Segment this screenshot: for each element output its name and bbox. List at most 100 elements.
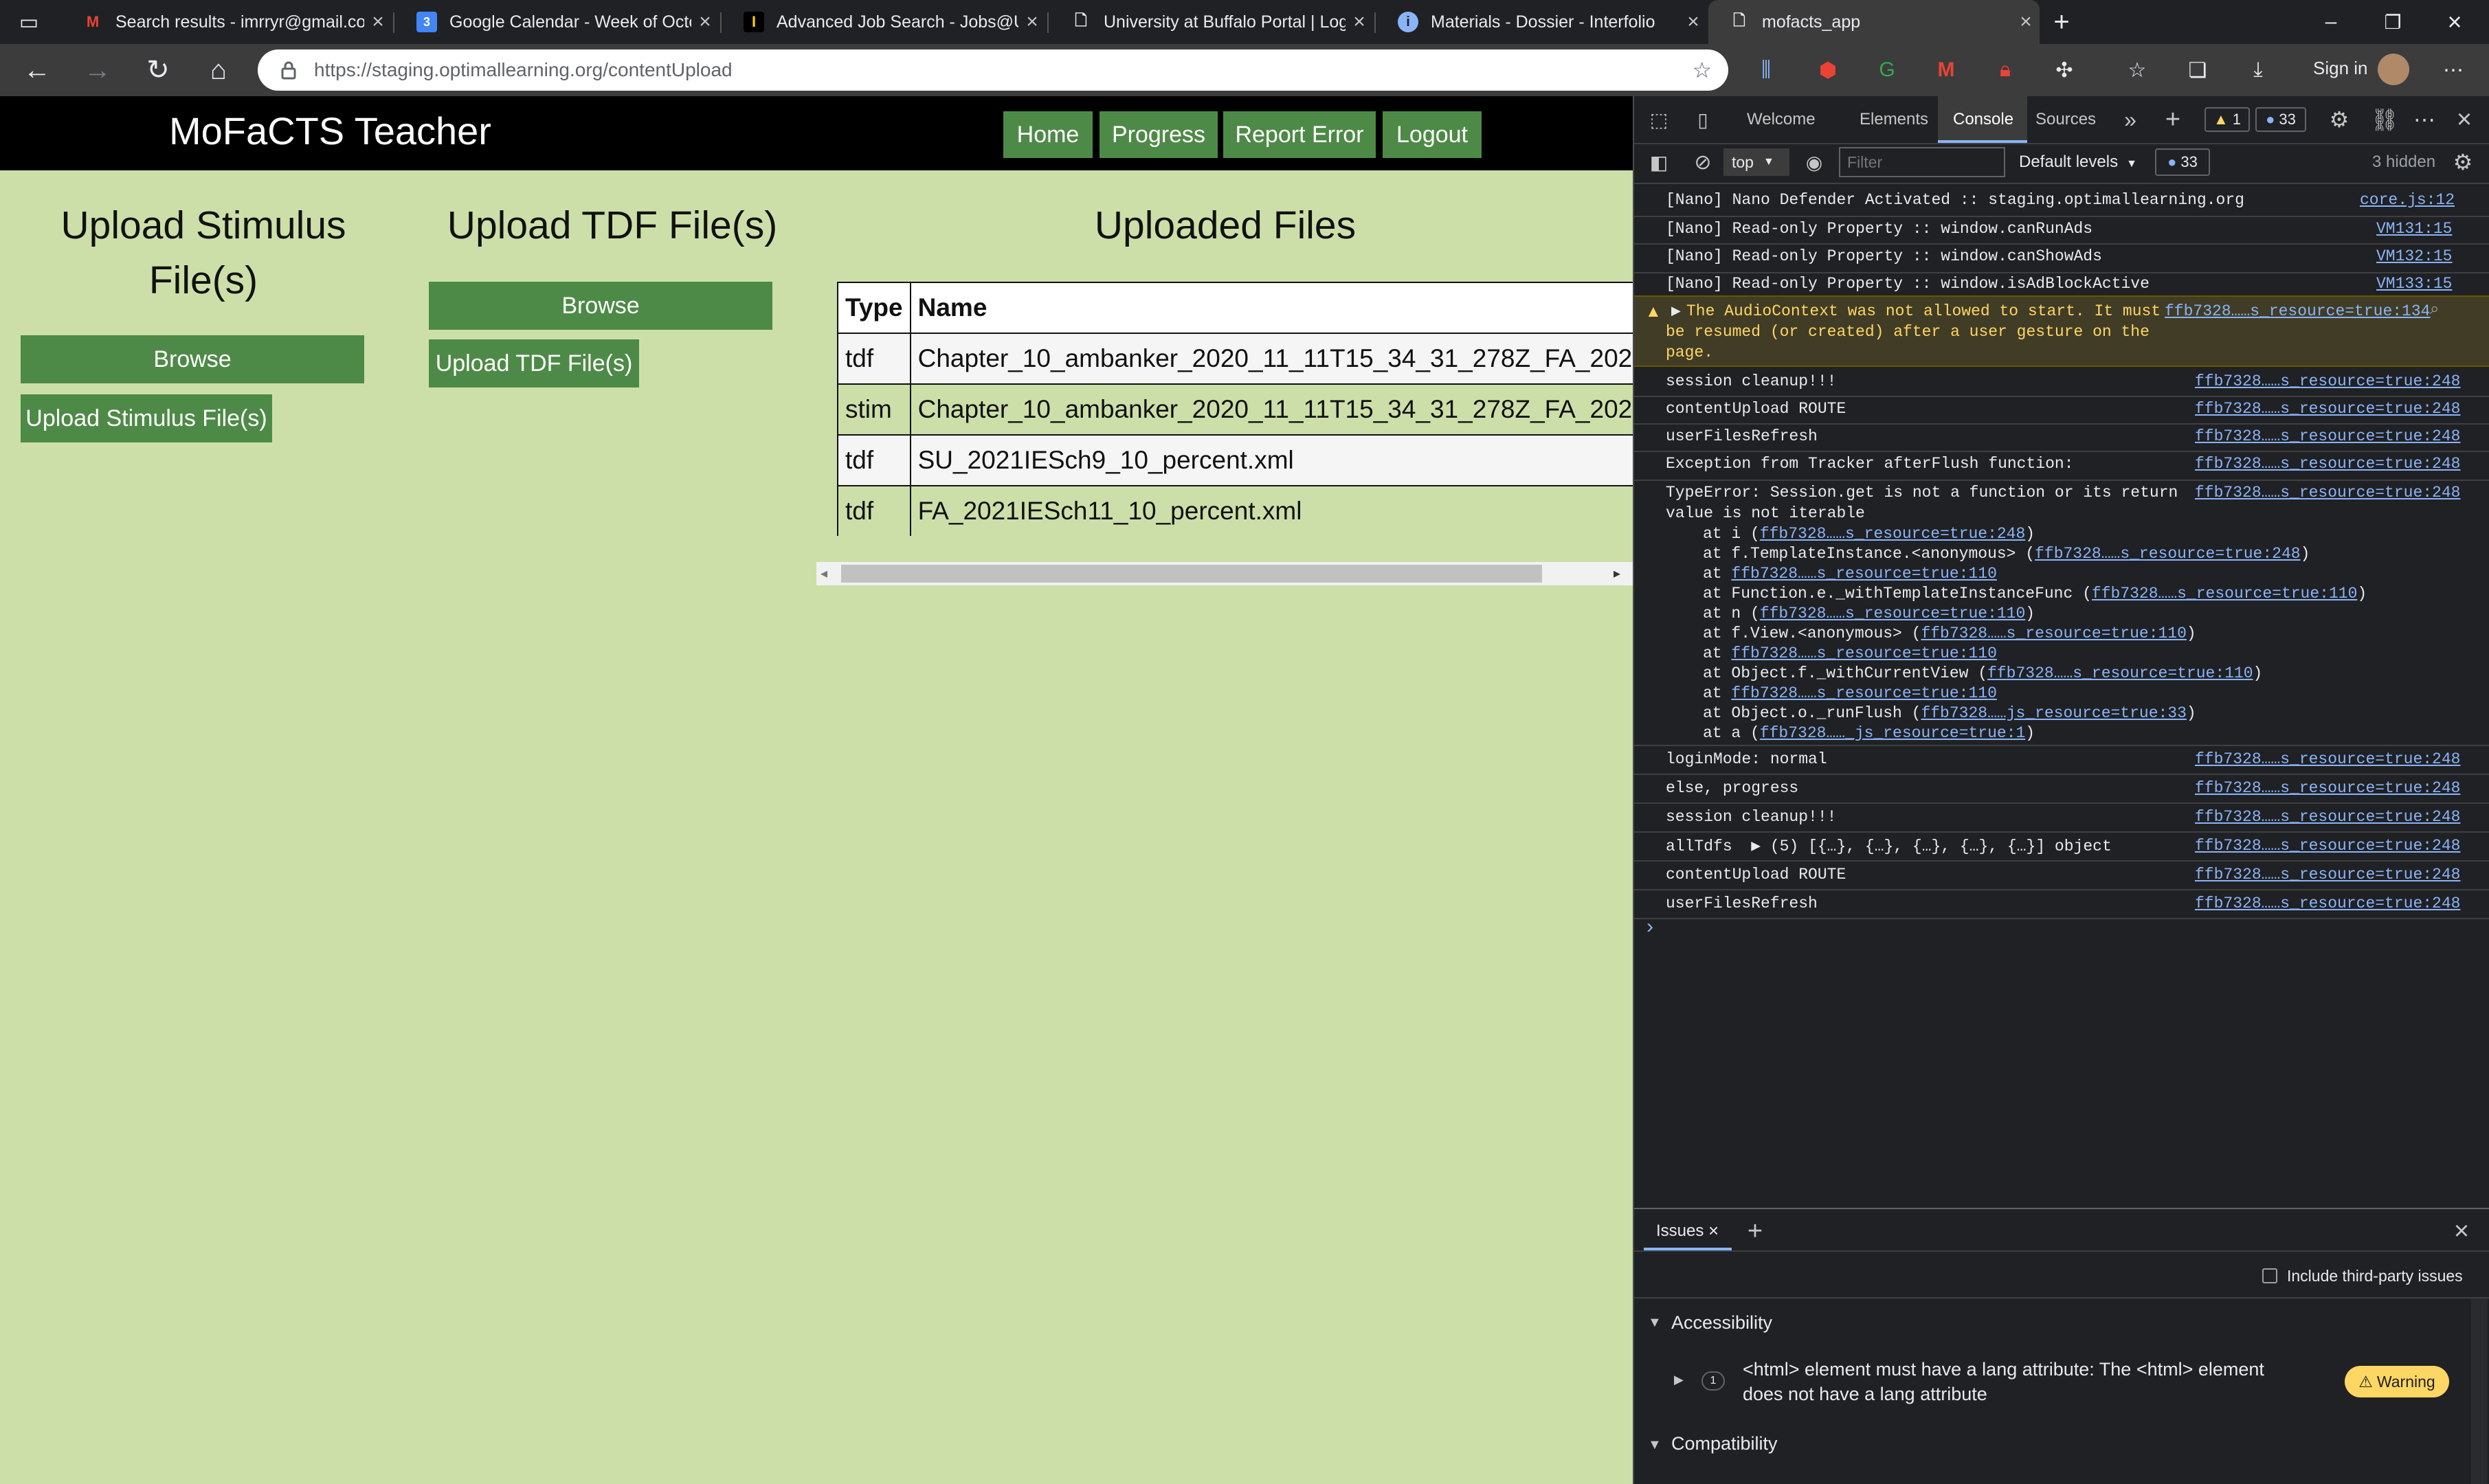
message-counter[interactable]: ● 33 — [2255, 107, 2306, 132]
compatibility-header[interactable]: Compatibility — [1671, 1433, 1778, 1454]
source-link[interactable]: ffb7328……s_resource=true:248 — [2195, 455, 2460, 473]
context-select[interactable]: top ▼ — [1723, 148, 1789, 176]
tab-buffalo[interactable]: 🗋 University at Buffalo Portal | Log × — [1050, 0, 1373, 44]
tab-welcome[interactable]: Welcome — [1747, 110, 1816, 129]
source-link[interactable]: ffb7328……s_resource=true:134 — [2165, 302, 2430, 320]
chevron-down-icon[interactable]: ▼ — [1648, 1315, 1662, 1331]
issue-text[interactable]: <html> element must have a lang attribut… — [1743, 1359, 2264, 1380]
close-devtools-icon[interactable]: × — [2451, 105, 2478, 134]
close-icon[interactable]: × — [691, 10, 719, 34]
puzzle-icon[interactable]: ✣ — [2051, 56, 2078, 84]
tab-console[interactable]: Console — [1938, 96, 2027, 143]
source-link[interactable]: ffb7328……js_resource=true:33 — [1921, 704, 2186, 722]
search-icon[interactable]: ⌕ — [2430, 300, 2439, 319]
source-link[interactable]: core.js:12 — [2360, 191, 2455, 209]
issues-scrollbar[interactable] — [2471, 1298, 2488, 1484]
chevron-down-icon[interactable]: ▼ — [1648, 1437, 1662, 1453]
close-icon[interactable]: × — [1679, 10, 1707, 34]
progress-button[interactable]: Progress — [1100, 111, 1218, 158]
scroll-right-icon[interactable]: ▸ — [1614, 565, 1620, 582]
back-icon[interactable]: ← — [10, 44, 65, 96]
source-link[interactable]: VM131:15 — [2376, 220, 2452, 238]
expand-arrow-icon[interactable]: ▶ — [1674, 1373, 1684, 1387]
tab-calendar[interactable]: 3 Google Calendar - Week of Octo × — [396, 0, 719, 44]
upload-stimulus-button[interactable]: Upload Stimulus File(s) — [21, 394, 272, 442]
source-link[interactable]: ffb7328……s_resource=true:110 — [1731, 644, 1996, 662]
collections-icon[interactable]: ❏ — [2184, 56, 2211, 84]
home-icon[interactable]: ⌂ — [191, 44, 246, 96]
restore-icon[interactable]: ❐ — [2378, 8, 2408, 36]
source-link[interactable]: ffb7328……s_resource=true:110 — [2092, 585, 2357, 603]
sidebar-toggle-icon[interactable]: ◧ — [1645, 150, 1673, 175]
source-link[interactable]: VM133:15 — [2376, 275, 2452, 293]
source-link[interactable]: ffb7328……s_resource=true:110 — [1921, 625, 2186, 642]
add-tab-icon[interactable]: + — [2159, 105, 2187, 134]
tab-actions-icon[interactable]: ▭ — [15, 8, 43, 36]
lock-extension-icon[interactable]: 🔒︎ — [1991, 56, 2019, 84]
more-icon[interactable]: ⋯ — [2440, 56, 2467, 84]
source-link[interactable]: ffb7328……s_resource=true:248 — [2195, 484, 2460, 502]
source-link[interactable]: ffb7328……s_resource=true:248 — [2195, 750, 2460, 768]
close-icon[interactable]: × — [364, 10, 392, 34]
source-link[interactable]: ffb7328……s_resource=true:248 — [2195, 866, 2460, 884]
favorites-icon[interactable]: ☆ — [2123, 56, 2151, 84]
source-link[interactable]: ffb7328……_js_resource=true:1 — [1760, 724, 2025, 742]
source-link[interactable]: ffb7328……s_resource=true:248 — [2195, 372, 2460, 390]
eye-icon[interactable]: ◉ — [1800, 150, 1828, 175]
source-link[interactable]: ffb7328……s_resource=true:248 — [2195, 427, 2460, 445]
tab-gmail[interactable]: M Search results - imrryr@gmail.co × — [62, 0, 392, 44]
scroll-left-icon[interactable]: ◂ — [821, 565, 827, 582]
source-link[interactable]: ffb7328……s_resource=true:110 — [1760, 605, 2025, 622]
tdf-browse-button[interactable]: Browse — [429, 282, 772, 330]
tab-elements[interactable]: Elements — [1860, 110, 1928, 129]
source-link[interactable]: ffb7328……s_resource=true:110 — [1731, 684, 1996, 702]
settings-gear-icon[interactable]: ⚙ — [2325, 107, 2353, 132]
console-prompt[interactable]: › — [1647, 915, 1653, 938]
new-tab-icon[interactable]: + — [2046, 7, 2077, 37]
reload-icon[interactable]: ↻ — [131, 44, 186, 96]
filter-input[interactable] — [1839, 147, 2005, 177]
close-icon[interactable]: × — [1018, 10, 1046, 34]
add-tab-icon[interactable]: + — [1741, 1217, 1769, 1246]
more-tabs-icon[interactable]: » — [2117, 107, 2144, 132]
levels-select[interactable]: Default levels ▼ — [2019, 153, 2137, 172]
source-link[interactable]: ffb7328……s_resource=true:248 — [2195, 895, 2460, 912]
source-link[interactable]: ffb7328……s_resource=true:248 — [2195, 808, 2460, 826]
warning-counter[interactable]: ▲ 1 — [2205, 107, 2250, 132]
downloads-icon[interactable]: ⤓ — [2244, 56, 2272, 84]
source-link[interactable]: ffb7328……s_resource=true:248 — [2195, 779, 2460, 797]
scrollbar-thumb[interactable] — [841, 565, 1542, 583]
extension-icon[interactable]: ⫼ — [1752, 56, 1780, 84]
inspect-icon[interactable]: ⬚ — [1645, 107, 1673, 132]
source-link[interactable]: ffb7328……s_resource=true:248 — [1760, 525, 2025, 543]
source-link[interactable]: ffb7328……s_resource=true:248 — [2035, 545, 2300, 563]
close-window-icon[interactable]: × — [2440, 8, 2470, 36]
minimize-icon[interactable]: – — [2316, 8, 2346, 36]
source-link[interactable]: ffb7328……s_resource=true:248 — [2195, 400, 2460, 418]
logout-button[interactable]: Logout — [1383, 111, 1482, 158]
forward-icon[interactable]: → — [70, 44, 125, 96]
source-link[interactable]: ffb7328……s_resource=true:110 — [1731, 565, 1996, 583]
source-link[interactable]: ffb7328……s_resource=true:248 — [2195, 837, 2460, 855]
grammarly-icon[interactable]: G — [1873, 56, 1901, 84]
tab-mofacts[interactable]: 🗋 mofacts_app × — [1708, 0, 2040, 44]
more-options-icon[interactable]: ⋯ — [2411, 107, 2438, 132]
accessibility-header[interactable]: Accessibility — [1671, 1312, 1772, 1334]
tab-sources[interactable]: Sources — [2035, 110, 2096, 129]
close-icon[interactable]: × — [2012, 10, 2040, 34]
stimulus-browse-button[interactable]: Browse — [21, 335, 364, 383]
source-link[interactable]: ffb7328……s_resource=true:110 — [1987, 664, 2253, 682]
upload-tdf-button[interactable]: Upload TDF File(s) — [429, 339, 639, 387]
close-drawer-icon[interactable]: × — [2448, 1217, 2475, 1246]
tab-issues[interactable]: Issues × — [1644, 1212, 1732, 1250]
close-icon[interactable]: × — [1708, 1220, 1719, 1241]
address-bar[interactable]: https://staging.optimallearning.org/cont… — [258, 49, 1728, 91]
home-button[interactable]: Home — [1003, 111, 1093, 158]
sign-in-label[interactable]: Sign in — [2313, 58, 2368, 79]
tab-jobs[interactable]: I Advanced Job Search - Jobs@UI × — [723, 0, 1046, 44]
third-party-checkbox[interactable] — [2262, 1268, 2277, 1283]
tab-interfolio[interactable]: i Materials - Dossier - Interfolio × — [1377, 0, 1707, 44]
clear-console-icon[interactable]: ⊘ — [1689, 150, 1717, 175]
connect-icon[interactable]: ⛓ — [2371, 107, 2399, 132]
issue-text[interactable]: does not have a lang attribute — [1743, 1384, 1987, 1405]
